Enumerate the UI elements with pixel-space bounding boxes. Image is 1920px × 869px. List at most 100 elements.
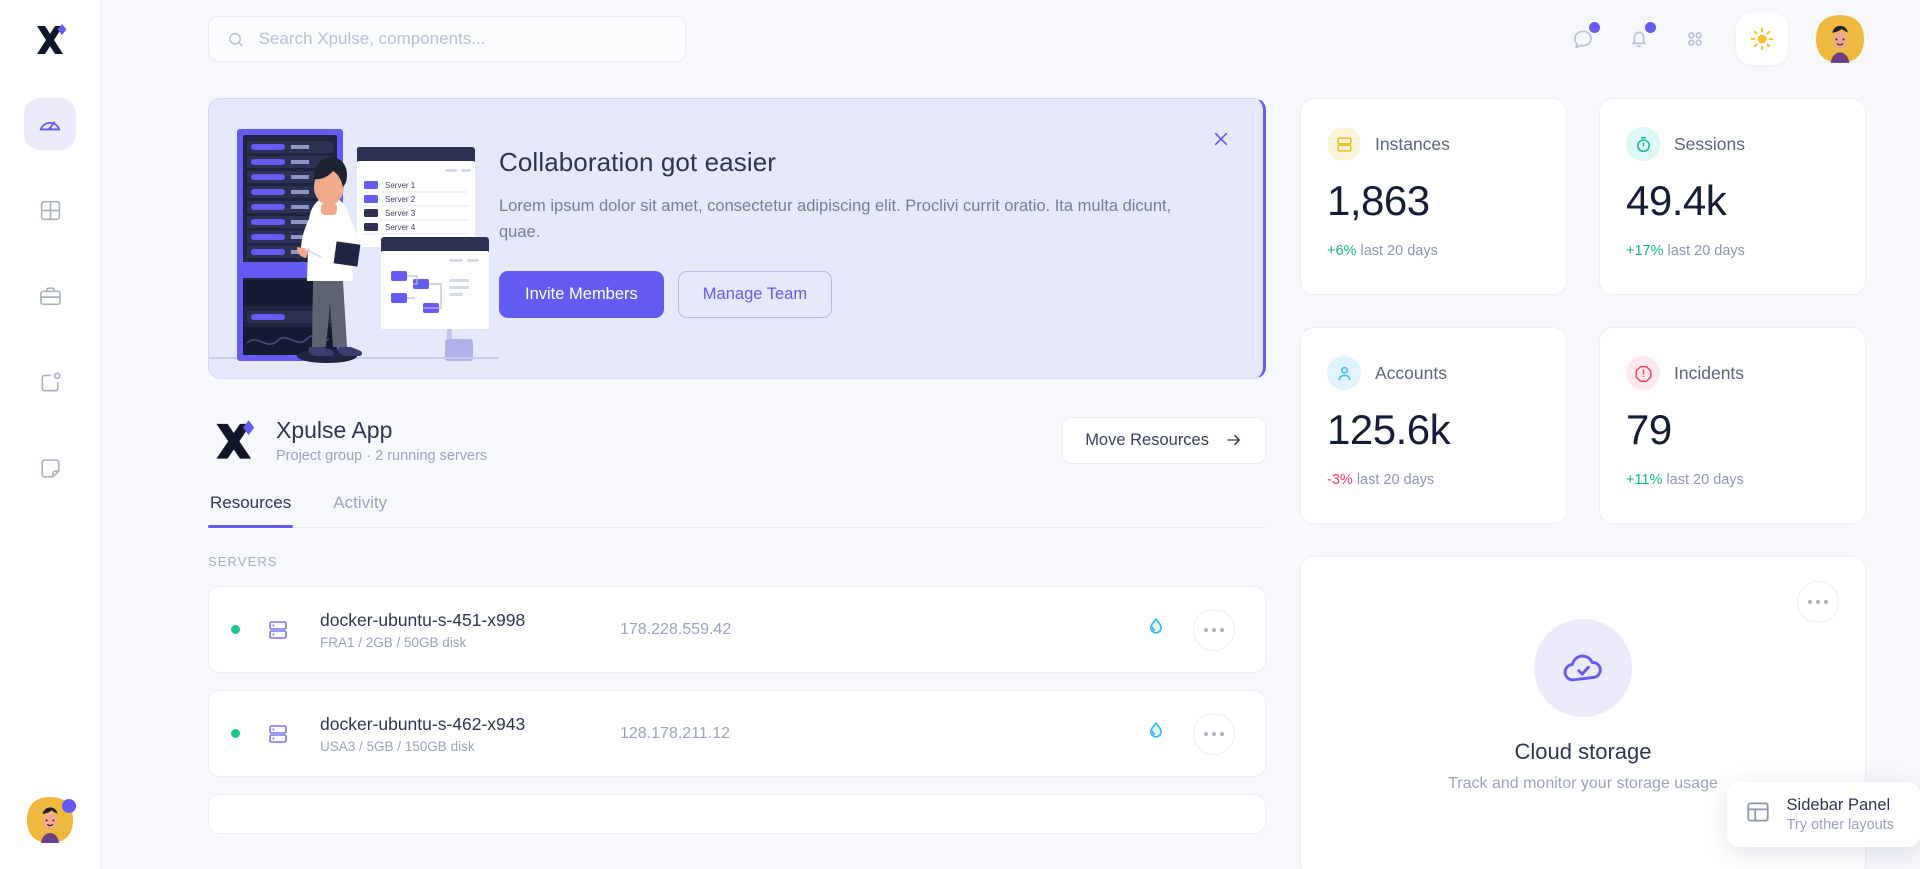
server-meta: FRA1 / 2GB / 50GB disk xyxy=(320,635,620,650)
stat-card-sessions: Sessions 49.4k +17% last 20 days xyxy=(1599,98,1866,295)
stat-delta-value: -3% xyxy=(1327,472,1353,488)
svg-text:Server 2: Server 2 xyxy=(385,195,416,204)
stat-cards: Instances 1,863 +6% last 20 days xyxy=(1300,98,1866,524)
stat-label: Incidents xyxy=(1674,363,1744,384)
chat-button[interactable] xyxy=(1568,24,1598,54)
app-logo[interactable] xyxy=(0,0,101,78)
stat-delta-period: last 20 days xyxy=(1360,243,1437,259)
sidebar-item-projects[interactable] xyxy=(24,270,76,322)
servers-section-label: SERVERS xyxy=(208,554,1266,569)
project-logo xyxy=(208,413,262,467)
theme-toggle-button[interactable] xyxy=(1736,13,1788,65)
topbar-actions xyxy=(1568,13,1866,65)
tab-activity[interactable]: Activity xyxy=(331,493,389,527)
table-row-partial[interactable] xyxy=(208,794,1266,834)
row-actions xyxy=(1145,713,1235,755)
notifications-button[interactable] xyxy=(1624,24,1654,54)
sidebar-avatar[interactable] xyxy=(25,795,75,845)
project-text: Xpulse App Project group · 2 running ser… xyxy=(276,417,487,464)
stat-label: Accounts xyxy=(1375,363,1447,384)
project-name: Xpulse App xyxy=(276,417,487,444)
stat-header: Incidents xyxy=(1626,356,1839,390)
sidebar-item-grid[interactable] xyxy=(24,184,76,236)
project-tabs: Resources Activity xyxy=(208,493,1266,528)
server-info: docker-ubuntu-s-451-x998 FRA1 / 2GB / 50… xyxy=(320,610,620,650)
app-root: Server 1 Server 2 Server 3 Server 4 xyxy=(0,0,1920,869)
stat-value: 49.4k xyxy=(1626,177,1839,225)
dot xyxy=(1220,732,1224,736)
droplet-icon xyxy=(1145,720,1167,747)
stat-delta-value: +11% xyxy=(1626,472,1662,488)
row-more-button[interactable] xyxy=(1193,609,1235,651)
stat-delta-value: +6% xyxy=(1327,243,1356,259)
server-meta: USA3 / 5GB / 150GB disk xyxy=(320,739,620,754)
stat-value: 79 xyxy=(1626,406,1839,454)
sidebar-item-notifications[interactable] xyxy=(24,356,76,408)
sidebar-panel-tooltip[interactable]: Sidebar Panel Try other layouts xyxy=(1727,782,1920,847)
invite-members-button[interactable]: Invite Members xyxy=(499,271,664,318)
banner-title: Collaboration got easier xyxy=(499,147,1193,178)
user-avatar[interactable] xyxy=(1814,13,1866,65)
server-icon xyxy=(1327,127,1361,161)
stat-header: Sessions xyxy=(1626,127,1839,161)
arrow-right-icon xyxy=(1225,431,1243,449)
dot xyxy=(1824,600,1828,604)
stat-header: Accounts xyxy=(1327,356,1540,390)
cloud-icon-wrap xyxy=(1534,619,1632,717)
server-name: docker-ubuntu-s-462-x943 xyxy=(320,714,620,735)
cloud-subtitle: Track and monitor your storage usage xyxy=(1448,775,1718,793)
move-resources-label: Move Resources xyxy=(1085,431,1209,450)
dot xyxy=(1204,628,1208,632)
server-ip: 178.228.559.42 xyxy=(620,621,731,639)
droplet-icon xyxy=(1145,616,1167,643)
stat-label: Sessions xyxy=(1674,134,1745,155)
main-area: Server 1 Server 2 Server 3 Server 4 xyxy=(101,0,1920,869)
tooltip-subtitle: Try other layouts xyxy=(1787,817,1894,833)
table-row[interactable]: docker-ubuntu-s-462-x943 USA3 / 5GB / 15… xyxy=(208,690,1266,777)
status-dot xyxy=(231,729,240,738)
svg-text:Server 4: Server 4 xyxy=(385,223,416,232)
apps-button[interactable] xyxy=(1680,24,1710,54)
move-resources-button[interactable]: Move Resources xyxy=(1062,417,1266,464)
cloud-check-icon xyxy=(1560,645,1606,691)
right-column: Instances 1,863 +6% last 20 days xyxy=(1300,98,1866,869)
dot xyxy=(1220,628,1224,632)
search-icon xyxy=(227,30,245,49)
status-dot xyxy=(231,625,240,634)
row-more-button[interactable] xyxy=(1193,713,1235,755)
project-header: Xpulse App Project group · 2 running ser… xyxy=(208,413,1266,467)
banner-illustration: Server 1 Server 2 Server 3 Server 4 xyxy=(209,99,499,378)
search-bar[interactable] xyxy=(208,16,686,62)
dot xyxy=(1212,732,1216,736)
stat-delta: +17% last 20 days xyxy=(1626,243,1839,259)
sidebar-nav xyxy=(24,98,76,494)
cloud-more-button[interactable] xyxy=(1797,581,1839,623)
server-icon xyxy=(266,618,290,642)
apps-grid-icon xyxy=(1684,28,1706,50)
close-icon xyxy=(1211,129,1231,149)
layout-panel-icon xyxy=(1745,799,1771,830)
sidebar-item-notes[interactable] xyxy=(24,442,76,494)
stat-card-incidents: Incidents 79 +11% last 20 days xyxy=(1599,327,1866,524)
banner-body: Collaboration got easier Lorem ipsum dol… xyxy=(499,99,1263,378)
stat-delta-period: last 20 days xyxy=(1357,472,1434,488)
sun-icon xyxy=(1749,26,1775,52)
server-info: docker-ubuntu-s-462-x943 USA3 / 5GB / 15… xyxy=(320,714,620,754)
row-actions xyxy=(1145,609,1235,651)
sidebar-item-dashboard[interactable] xyxy=(24,98,76,150)
server-name: docker-ubuntu-s-451-x998 xyxy=(320,610,620,631)
dot xyxy=(1204,732,1208,736)
dot xyxy=(1816,600,1820,604)
banner-description: Lorem ipsum dolor sit amet, consectetur … xyxy=(499,194,1193,245)
search-input[interactable] xyxy=(259,29,667,49)
content-region: Server 1 Server 2 Server 3 Server 4 xyxy=(101,78,1920,869)
server-ip: 128.178.211.12 xyxy=(620,725,730,743)
manage-team-button[interactable]: Manage Team xyxy=(678,271,832,318)
avatar-status-dot xyxy=(62,799,76,813)
tab-resources[interactable]: Resources xyxy=(208,493,293,527)
table-row[interactable]: docker-ubuntu-s-451-x998 FRA1 / 2GB / 50… xyxy=(208,586,1266,673)
banner-close-button[interactable] xyxy=(1207,125,1235,153)
collaboration-banner: Server 1 Server 2 Server 3 Server 4 xyxy=(208,98,1266,379)
tooltip-title: Sidebar Panel xyxy=(1787,796,1894,815)
stat-delta: -3% last 20 days xyxy=(1327,472,1540,488)
